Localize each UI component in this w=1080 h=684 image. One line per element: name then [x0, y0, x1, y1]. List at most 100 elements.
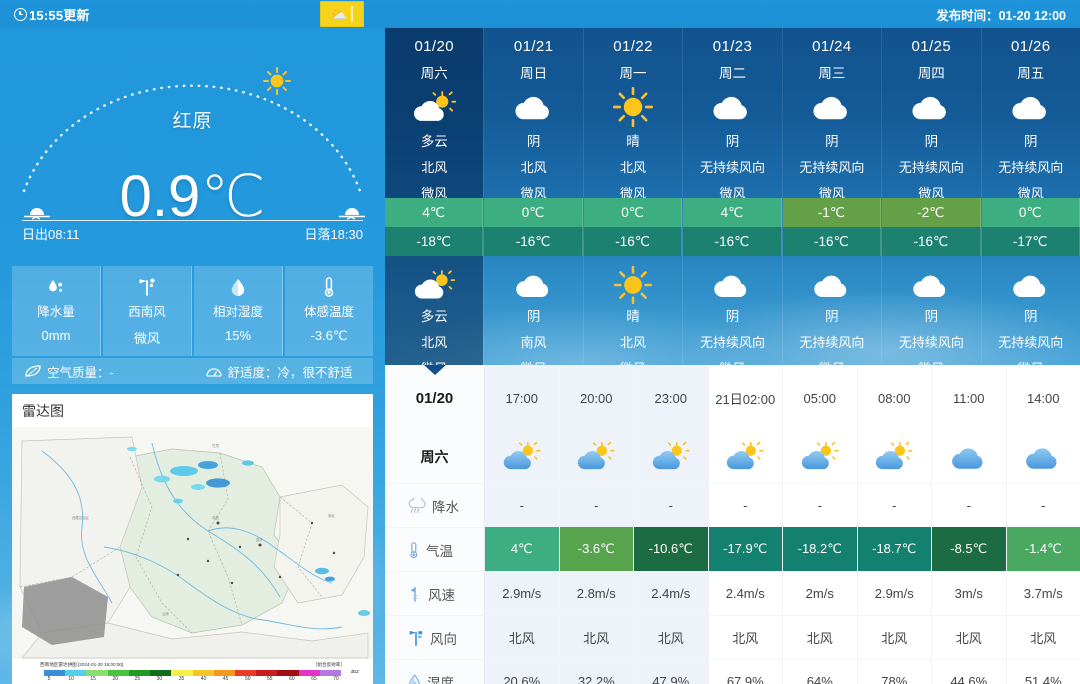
radar-image[interactable]: 成都 重庆 西藏自治区 甘肃 湖北 云南 [12, 427, 373, 659]
hourly-wind-dir-cell: 北风 [485, 615, 559, 659]
hourly-temp-cell: -18.7℃ [857, 527, 931, 571]
radar-caption: 西南地区雷达拼图 [2024-01-20 16:00:00] [40, 662, 124, 667]
hourly-row-label-风向: 风向 [385, 615, 484, 659]
weather-warning-badge-icon[interactable]: ⛅ [320, 1, 364, 27]
cloudy-icon [982, 266, 1080, 304]
legend-swatch [150, 670, 172, 676]
partly-cloudy-icon [385, 86, 483, 128]
partly-cloudy-icon [709, 431, 783, 483]
forecast-day-column[interactable]: 01/24 周三 阴 无持续风向 微风 -1℃ -16℃ 阴 无持续风向 微风 [782, 28, 883, 365]
partly-cloudy-icon [385, 266, 483, 304]
forecast-day-column[interactable]: 01/26 周五 阴 无持续风向 微风 0℃ -17℃ 阴 无持续风向 微风 [981, 28, 1080, 365]
legend-swatch [192, 670, 214, 676]
legend-tick: 15 [90, 676, 96, 682]
forecast-day-column[interactable]: 01/25 周四 阴 无持续风向 微风 -2℃ -16℃ 阴 无持续风向 微风 [882, 28, 982, 365]
forecast-weekday: 周三 [818, 66, 846, 81]
forecast-day-column[interactable]: 01/23 周二 阴 无持续风向 微风 4℃ -16℃ 阴 无持续风向 微风 [683, 28, 783, 365]
forecast-day-wind-direction: 无持续风向 [998, 160, 1064, 175]
rain-cloud-icon [408, 497, 426, 513]
hourly-column[interactable]: 17:00 - 4℃ 2.9m/s 北风 20.6% [485, 365, 560, 684]
legend-swatch [44, 670, 66, 676]
forecast-day-column[interactable]: 01/22 周一 晴 北风 微风 0℃ -16℃ 晴 北风 [583, 28, 684, 365]
forecast-low-temp: -16℃ [583, 227, 683, 256]
rain-cloud-icon [407, 497, 427, 514]
hourly-wind-dir-cell: 北风 [634, 615, 708, 659]
forecast-day-column[interactable]: 01/20 周六 多云 北风 微风 4℃ -18℃ 多云 北风 [385, 28, 485, 365]
hourly-column[interactable]: 23:00 - -10.6℃ 2.4m/s 北风 47.9% [634, 365, 709, 684]
forecast-high-temp: 4℃ [385, 198, 484, 227]
cloudy-icon [783, 86, 881, 128]
cloudy-icon [813, 97, 847, 120]
radar-card[interactable]: 雷达图 成都 重庆 西藏自治区 甘肃 湖北 云南 西南地区雷达拼图 [2024-… [12, 394, 373, 684]
forecast-day-wind-direction: 无持续风向 [699, 160, 765, 175]
cloudy-icon [515, 275, 548, 297]
comfort-label: 舒适度：冷，很不舒适 [227, 365, 353, 380]
hourly-precip-cell: - [857, 483, 931, 527]
hourly-humidity-cell: 67.9% [708, 659, 782, 684]
sunny-icon [584, 86, 682, 128]
update-time-group: 15:55更新 [14, 5, 90, 24]
hourly-column[interactable]: 11:00 - -8.5℃ 3m/s 北风 44.6% [932, 365, 1007, 684]
forecast-day-condition: 阴 [1023, 134, 1038, 149]
metric-label: 体感温度 [303, 305, 354, 319]
forecast-weekday: 周四 [917, 66, 945, 81]
hourly-humidity-cell: 44.6% [932, 659, 1006, 684]
hourly-temp-cell: -8.5℃ [932, 527, 1006, 571]
forecast-night-condition: 晴 [626, 309, 640, 324]
cloudy-icon [783, 266, 881, 304]
partly-cloudy-blue-icon [652, 442, 690, 470]
metric-value: 0mm [41, 328, 71, 343]
hourly-column[interactable]: 20:00 - -3.6℃ 2.8m/s 北风 32.2% [559, 365, 634, 684]
hourly-temp-cell: -3.6℃ [559, 527, 633, 571]
comfort-group: 舒适度：冷，很不舒适 [193, 362, 374, 381]
hourly-temp-cell: -18.2℃ [783, 527, 857, 571]
hourly-temp-cell: -1.4℃ [1006, 527, 1080, 571]
forecast-high-temp: -1℃ [782, 198, 882, 227]
hourly-precip-cell: - [708, 483, 782, 527]
sun-icon [262, 66, 292, 96]
cloudy-blue-icon [932, 431, 1006, 483]
hourly-column[interactable]: 14:00 - -1.4℃ 3.7m/s 北风 51.4% [1006, 365, 1080, 684]
sunny-icon [613, 265, 653, 305]
metric-value: 微风 [133, 331, 160, 346]
forecast-night-part: 阴 无持续风向 微风 [683, 256, 781, 365]
metric-label: 相对湿度 [212, 305, 263, 319]
hourly-precip-cell: - [634, 483, 708, 527]
forecast-low-temp: -16℃ [782, 227, 882, 256]
hourly-time-label: 23:00 [654, 390, 688, 406]
forecast-day-column[interactable]: 01/21 周日 阴 北风 微风 0℃ -16℃ 阴 南风 微风 [484, 28, 584, 365]
hourly-humidity-cell: 20.6% [485, 659, 559, 684]
cloudy-icon [912, 97, 947, 120]
forecast-night-condition: 阴 [1023, 309, 1038, 324]
hourly-column[interactable]: 05:00 - -18.2℃ 2m/s 北风 64% [783, 365, 858, 684]
forecast-night-wind-power: 微风 [982, 358, 1080, 365]
forecast-high-temp: 4℃ [683, 198, 782, 227]
forecast-night-wind-direction: 无持续风向 [799, 335, 865, 350]
forecast-night-condition: 多云 [420, 309, 448, 324]
cloudy-icon [913, 275, 946, 297]
hourly-humidity-cell: 32.2% [559, 659, 633, 684]
legend-tick: 10 [68, 676, 74, 682]
hourly-row-label-降水: 降水 [385, 483, 484, 527]
hourly-time-cell: 05:00 [783, 365, 857, 431]
legend-tick: 55 [267, 676, 273, 682]
forecast-day-condition: 阴 [725, 134, 740, 149]
hourly-time-cell: 14:00 [1007, 365, 1080, 431]
hourly-wind-speed-cell: 2.4m/s [708, 571, 782, 615]
forecast-night-wind-direction: 北风 [421, 335, 448, 350]
hourly-label-column: 01/20 周六 降水 气温 风速 风向 湿度 [385, 365, 485, 684]
radar-legend: 西南地区雷达拼图 [2024-01-20 16:00:00] ［组合反射率］ d… [12, 659, 373, 684]
hourly-row-label-text: 风向 [430, 631, 457, 647]
selected-date-label: 01/20 [415, 389, 454, 407]
legend-swatch [107, 670, 129, 676]
metric-feels-like: 体感温度 -3.6℃ [285, 266, 373, 356]
partly-cloudy-icon [415, 269, 456, 299]
metric-label: 降水量 [37, 305, 75, 319]
forecast-high-temp: 0℃ [484, 198, 583, 227]
forecast-weekday: 周一 [619, 66, 647, 81]
hourly-column[interactable]: 08:00 - -18.7℃ 2.9m/s 北风 78% [857, 365, 932, 684]
forecast-day-part: 01/24 周三 阴 无持续风向 微风 [783, 28, 881, 201]
hourly-column[interactable]: 21日02:00 - -17.9℃ 2.4m/s 北风 67.9% [708, 365, 783, 684]
svg-text:成都: 成都 [212, 515, 219, 520]
hourly-row-label-text: 湿度 [427, 675, 454, 684]
